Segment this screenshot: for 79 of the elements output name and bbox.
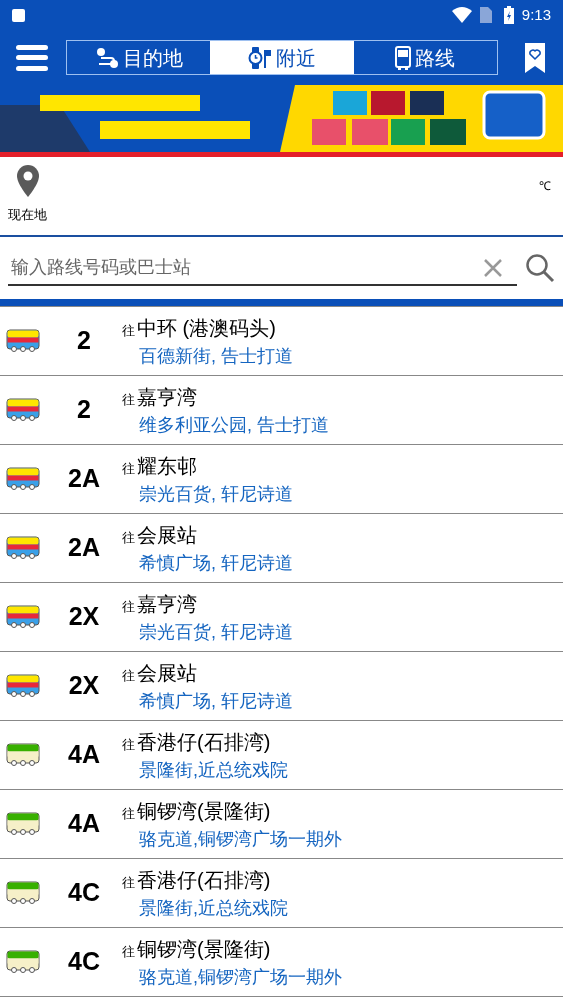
bus-icon xyxy=(6,743,40,767)
bus-icon xyxy=(6,329,40,353)
bus-icon xyxy=(395,45,412,70)
route-number: 2A xyxy=(67,463,101,495)
destination: 会展站 xyxy=(137,522,197,548)
route-row[interactable]: 2 往嘉亨湾 维多利亚公园, 告士打道 xyxy=(0,376,563,445)
search-field[interactable]: 输入路线号码或巴士站 xyxy=(8,250,517,286)
destination: 中环 (港澳码头) xyxy=(137,315,276,341)
route-row[interactable]: 2 往 中环 (港澳码头) 百德新街, 告士打道 xyxy=(0,307,563,376)
route-icon xyxy=(94,46,119,69)
direction-label: 往 xyxy=(122,321,135,340)
route-number: 4C xyxy=(67,877,101,909)
direction-label: 往 xyxy=(122,804,135,823)
no-sim-icon xyxy=(479,7,492,23)
favorites-button[interactable] xyxy=(523,40,547,75)
watch-icon xyxy=(248,45,272,70)
route-number: 4A xyxy=(67,739,101,771)
direction-label: 往 xyxy=(122,873,135,892)
destination: 铜锣湾(景隆街) xyxy=(137,936,271,962)
route-row[interactable]: 2X 往嘉亨湾 崇光百货, 轩尼诗道 xyxy=(0,583,563,652)
location-pin-icon xyxy=(16,165,39,197)
route-number: 2X xyxy=(67,601,101,633)
bus-stop: 骆克道,铜锣湾广场一期外 xyxy=(139,965,342,989)
tab[interactable]: 目的地 xyxy=(67,41,211,74)
bus-icon xyxy=(6,881,40,905)
route-number: 2 xyxy=(76,394,92,426)
menu-button[interactable] xyxy=(16,42,48,73)
wifi-icon xyxy=(451,7,472,23)
bus-icon xyxy=(6,950,40,974)
destination: 耀东邨 xyxy=(137,453,197,479)
bus-stop: 景隆街,近总统戏院 xyxy=(139,758,288,782)
bus-stop: 崇光百货, 轩尼诗道 xyxy=(139,482,293,506)
bus-stop: 崇光百货, 轩尼诗道 xyxy=(139,620,293,644)
bus-stop: 骆克道,铜锣湾广场一期外 xyxy=(139,827,342,851)
route-number: 4A xyxy=(67,808,101,840)
bus-stop: 景隆街,近总统戏院 xyxy=(139,896,288,920)
destination: 铜锣湾(景隆街) xyxy=(137,798,271,824)
tab[interactable]: 附近 xyxy=(210,41,354,74)
bus-icon xyxy=(6,605,40,629)
direction-label: 往 xyxy=(122,942,135,961)
temperature-unit: ℃ xyxy=(539,178,551,195)
clock-time: 9:13 xyxy=(521,4,551,25)
route-row[interactable]: 2X 往会展站 希慎广场, 轩尼诗道 xyxy=(0,652,563,721)
destination: 香港仔(石排湾) xyxy=(137,729,271,755)
bus-stop: 希慎广场, 轩尼诗道 xyxy=(139,689,293,713)
route-number: 2 xyxy=(76,325,92,357)
direction-label: 往 xyxy=(122,735,135,754)
direction-label: 往 xyxy=(122,666,135,685)
route-row[interactable]: 4A 往铜锣湾(景隆街) 骆克道,铜锣湾广场一期外 xyxy=(0,790,563,859)
route-number: 4C xyxy=(67,946,101,978)
bus-stop: 希慎广场, 轩尼诗道 xyxy=(139,551,293,575)
route-row[interactable]: 4C 往铜锣湾(景隆街) 骆克道,铜锣湾广场一期外 xyxy=(0,928,563,997)
route-row[interactable]: 2A 往会展站 希慎广场, 轩尼诗道 xyxy=(0,514,563,583)
route-row[interactable]: 2A 往耀东邨 崇光百货, 轩尼诗道 xyxy=(0,445,563,514)
search-button[interactable] xyxy=(525,253,555,283)
destination: 香港仔(石排湾) xyxy=(137,867,271,893)
clear-button[interactable] xyxy=(483,258,503,278)
bus-stop: 百德新街, 告士打道 xyxy=(139,344,293,368)
direction-label: 往 xyxy=(122,390,135,409)
destination: 嘉亨湾 xyxy=(137,591,197,617)
route-row[interactable]: 4C 往香港仔(石排湾) 景隆街,近总统戏院 xyxy=(0,859,563,928)
current-location-button[interactable]: 现在地 xyxy=(8,165,47,225)
route-number: 2A xyxy=(67,532,101,564)
bus-stop: 维多利亚公园, 告士打道 xyxy=(139,413,329,437)
bus-icon xyxy=(6,398,40,422)
route-row[interactable]: 4A 往香港仔(石排湾) 景隆街,近总统戏院 xyxy=(0,721,563,790)
bus-icon xyxy=(6,812,40,836)
direction-label: 往 xyxy=(122,528,135,547)
notification-icon xyxy=(12,8,25,22)
bus-icon xyxy=(6,674,40,698)
direction-label: 往 xyxy=(122,597,135,616)
route-number: 2X xyxy=(67,670,101,702)
tab[interactable]: 路线 xyxy=(353,41,497,74)
bus-icon xyxy=(6,536,40,560)
destination: 嘉亨湾 xyxy=(137,384,197,410)
bus-icon xyxy=(6,467,40,491)
destination: 会展站 xyxy=(137,660,197,686)
direction-label: 往 xyxy=(122,459,135,478)
battery-icon xyxy=(503,6,514,24)
